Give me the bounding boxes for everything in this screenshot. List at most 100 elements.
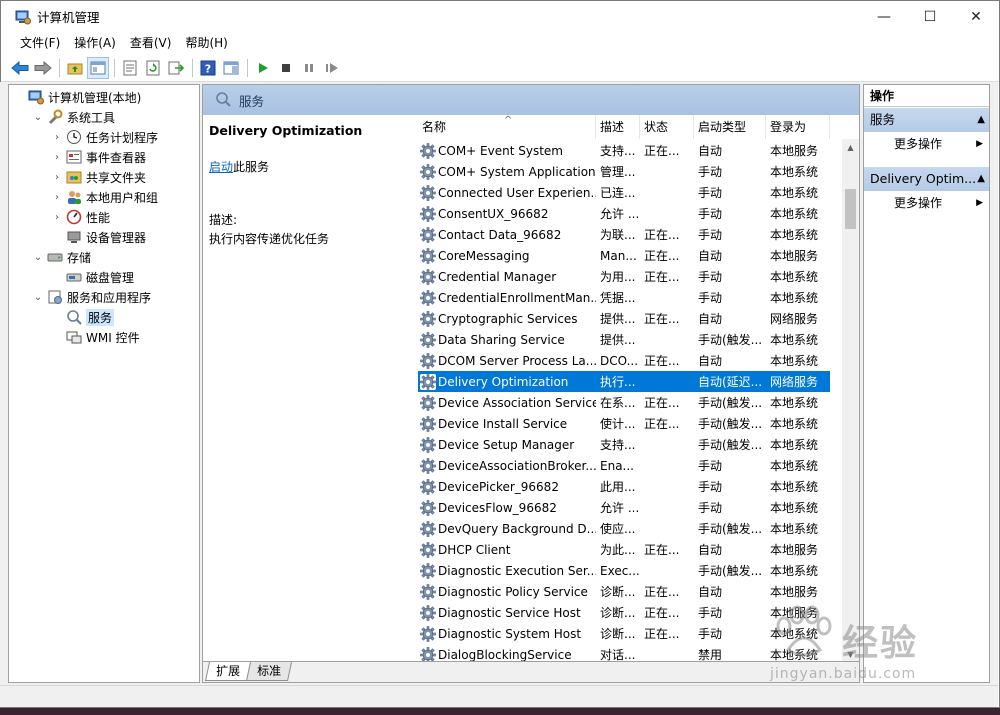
menu-view[interactable]: 查看(V) bbox=[123, 32, 179, 54]
tab-standard[interactable]: 标准 bbox=[245, 662, 293, 681]
service-gear-icon bbox=[420, 457, 436, 474]
tree-item-shared-folders[interactable]: › 共享文件夹 bbox=[9, 167, 199, 187]
tree-item-disk-management[interactable]: 磁盘管理 bbox=[9, 267, 199, 287]
service-row[interactable]: CredentialEnrollmentMan... 凭据... 手动 本地系统 bbox=[418, 287, 830, 308]
service-row[interactable]: Data Sharing Service 提供... 手动(触发... 本地系统 bbox=[418, 329, 830, 350]
service-description: 支持... bbox=[600, 438, 636, 452]
expanded-chevron-icon[interactable]: ⌄ bbox=[32, 252, 44, 263]
collapsed-chevron-icon[interactable]: › bbox=[51, 212, 63, 223]
service-row[interactable]: Diagnostic Service Host 诊断... 正在... 手动 本地服务 bbox=[418, 602, 830, 623]
service-row[interactable]: DCOM Server Process La... DCO... 正在... 自动 本地… bbox=[418, 350, 830, 371]
window-title: 计算机管理 bbox=[37, 10, 100, 25]
service-row[interactable]: Diagnostic Policy Service 诊断... 正在... 自动 本地服… bbox=[418, 581, 830, 602]
action-group-services[interactable]: 服务 ▲ bbox=[864, 108, 989, 132]
service-row[interactable]: COM+ System Application 管理... 手动 本地系统 bbox=[418, 161, 830, 182]
close-button[interactable]: ✕ bbox=[953, 1, 999, 32]
tab-extended[interactable]: 扩展 bbox=[204, 662, 252, 681]
column-header-log-on-as[interactable]: 登录为 bbox=[766, 115, 830, 139]
action-group-selected-service[interactable]: Delivery Optim... ▲ bbox=[864, 167, 989, 191]
service-name: CoreMessaging bbox=[438, 248, 530, 263]
tree-item-services-apps[interactable]: ⌄ 服务和应用程序 bbox=[9, 287, 199, 307]
collapse-icon: ▲ bbox=[977, 114, 985, 125]
start-service-button[interactable] bbox=[252, 57, 274, 79]
service-row[interactable]: COM+ Event System 支持... 正在... 自动 本地服务 bbox=[418, 140, 830, 161]
more-actions-services[interactable]: 更多操作 ▶ bbox=[864, 132, 989, 156]
console-tree-icon bbox=[90, 61, 106, 74]
menu-help[interactable]: 帮助(H) bbox=[178, 32, 234, 54]
tree-item-event-viewer[interactable]: › 事件查看器 bbox=[9, 147, 199, 167]
stop-service-button[interactable] bbox=[275, 57, 297, 79]
tree-item-label: 设备管理器 bbox=[86, 230, 147, 245]
service-row[interactable]: DeviceAssociationBroker... Ena... 手动 本地系统 bbox=[418, 455, 830, 476]
service-startup-type: 手动 bbox=[698, 627, 723, 641]
service-log-on-as: 本地系统 bbox=[770, 627, 819, 641]
service-row[interactable]: Connected User Experien... 已连... 手动 本地系统 bbox=[418, 182, 830, 203]
maximize-icon: ☐ bbox=[923, 8, 937, 25]
tree-item-device-manager[interactable]: 设备管理器 bbox=[9, 227, 199, 247]
tree-item-performance[interactable]: › 性能 bbox=[9, 207, 199, 227]
expanded-chevron-icon[interactable]: ⌄ bbox=[32, 292, 44, 303]
refresh-button[interactable] bbox=[142, 57, 164, 79]
minimize-button[interactable]: — bbox=[861, 1, 907, 32]
pause-service-button[interactable] bbox=[298, 57, 320, 79]
scroll-up-icon[interactable]: ▲ bbox=[842, 139, 859, 156]
tree-item-wmi-control[interactable]: WMI 控件 bbox=[9, 327, 199, 347]
service-gear-icon bbox=[420, 604, 436, 621]
service-startup-type: 手动 bbox=[698, 291, 723, 305]
service-gear-icon bbox=[420, 541, 436, 558]
service-description: 在系... bbox=[600, 396, 636, 410]
service-row[interactable]: Cryptographic Services 提供... 正在... 自动 网络服务 bbox=[418, 308, 830, 329]
scrollbar-thumb[interactable] bbox=[845, 189, 856, 229]
column-header-description[interactable]: 描述 bbox=[596, 115, 640, 139]
tree-item-task-scheduler[interactable]: › 任务计划程序 bbox=[9, 127, 199, 147]
collapsed-chevron-icon[interactable]: › bbox=[51, 132, 63, 143]
service-name-cell: Credential Manager bbox=[418, 268, 596, 285]
properties-button[interactable] bbox=[119, 57, 141, 79]
menu-action[interactable]: 操作(A) bbox=[67, 32, 123, 54]
menu-file[interactable]: 文件(F) bbox=[13, 32, 67, 54]
service-row[interactable]: Delivery Optimization 执行... 自动(延迟... 网络服务 bbox=[418, 371, 830, 392]
up-level-button[interactable] bbox=[64, 57, 86, 79]
more-actions-selected-service[interactable]: 更多操作 ▶ bbox=[864, 191, 989, 215]
column-header-name[interactable]: 名称 bbox=[418, 115, 596, 139]
service-row[interactable]: Credential Manager 为用... 正在... 手动 本地系统 bbox=[418, 266, 830, 287]
forward-button[interactable] bbox=[32, 57, 54, 79]
service-row[interactable]: Device Install Service 使计... 正在... 手动(触发...… bbox=[418, 413, 830, 434]
show-action-pane-button[interactable] bbox=[220, 57, 242, 79]
help-button[interactable]: ? bbox=[197, 57, 219, 79]
service-row[interactable]: ConsentUX_96682 允许 ... 手动 本地系统 bbox=[418, 203, 830, 224]
service-row[interactable]: Device Setup Manager 支持... 手动(触发... 本地系统 bbox=[418, 434, 830, 455]
service-row[interactable]: DevicePicker_96682 此用... 手动 本地系统 bbox=[418, 476, 830, 497]
service-row[interactable]: Diagnostic Execution Ser... Exec... 手动(触发.… bbox=[418, 560, 830, 581]
show-hide-tree-button[interactable] bbox=[87, 56, 109, 79]
tree-item-services[interactable]: 服务 bbox=[9, 307, 199, 327]
column-header-startup-type[interactable]: 启动类型 bbox=[694, 115, 766, 139]
service-gear-icon bbox=[420, 415, 436, 432]
tree-item-system-tools[interactable]: ⌄ 系统工具 bbox=[9, 107, 199, 127]
service-row[interactable]: Diagnostic System Host 诊断... 正在... 手动 本地系统 bbox=[418, 623, 830, 644]
column-header-status[interactable]: 状态 bbox=[640, 115, 694, 139]
back-button[interactable] bbox=[9, 57, 31, 79]
service-row[interactable]: DevicesFlow_96682 允许 ... 手动 本地系统 bbox=[418, 497, 830, 518]
service-row[interactable]: Contact Data_96682 为联... 正在... 手动 本地系统 bbox=[418, 224, 830, 245]
vertical-scrollbar[interactable]: ▲ ▼ bbox=[842, 139, 859, 663]
service-description: Exec... bbox=[600, 563, 640, 578]
service-row[interactable]: DevQuery Background D... 使应... 手动(触发... 本地系… bbox=[418, 518, 830, 539]
service-name: DevQuery Background D... bbox=[438, 521, 596, 536]
maximize-button[interactable]: ☐ bbox=[907, 1, 953, 32]
tree-item-computer-management[interactable]: 计算机管理(本地) bbox=[9, 87, 199, 107]
restart-service-button[interactable] bbox=[321, 57, 343, 79]
service-name: DeviceAssociationBroker... bbox=[438, 458, 596, 473]
service-row[interactable]: DHCP Client 为此... 正在... 自动 本地服务 bbox=[418, 539, 830, 560]
export-list-button[interactable] bbox=[165, 57, 187, 79]
expanded-chevron-icon[interactable]: ⌄ bbox=[32, 112, 44, 123]
collapsed-chevron-icon[interactable]: › bbox=[51, 192, 63, 203]
service-row[interactable]: Device Association Service 在系... 正在... 手动(触… bbox=[418, 392, 830, 413]
service-row[interactable]: CoreMessaging Man... 正在... 自动 本地服务 bbox=[418, 245, 830, 266]
service-description: Ena... bbox=[600, 458, 634, 473]
collapsed-chevron-icon[interactable]: › bbox=[51, 152, 63, 163]
collapsed-chevron-icon[interactable]: › bbox=[51, 172, 63, 183]
tree-item-local-users[interactable]: › 本地用户和组 bbox=[9, 187, 199, 207]
start-service-link[interactable]: 启动 bbox=[209, 160, 233, 174]
tree-item-storage[interactable]: ⌄ 存储 bbox=[9, 247, 199, 267]
